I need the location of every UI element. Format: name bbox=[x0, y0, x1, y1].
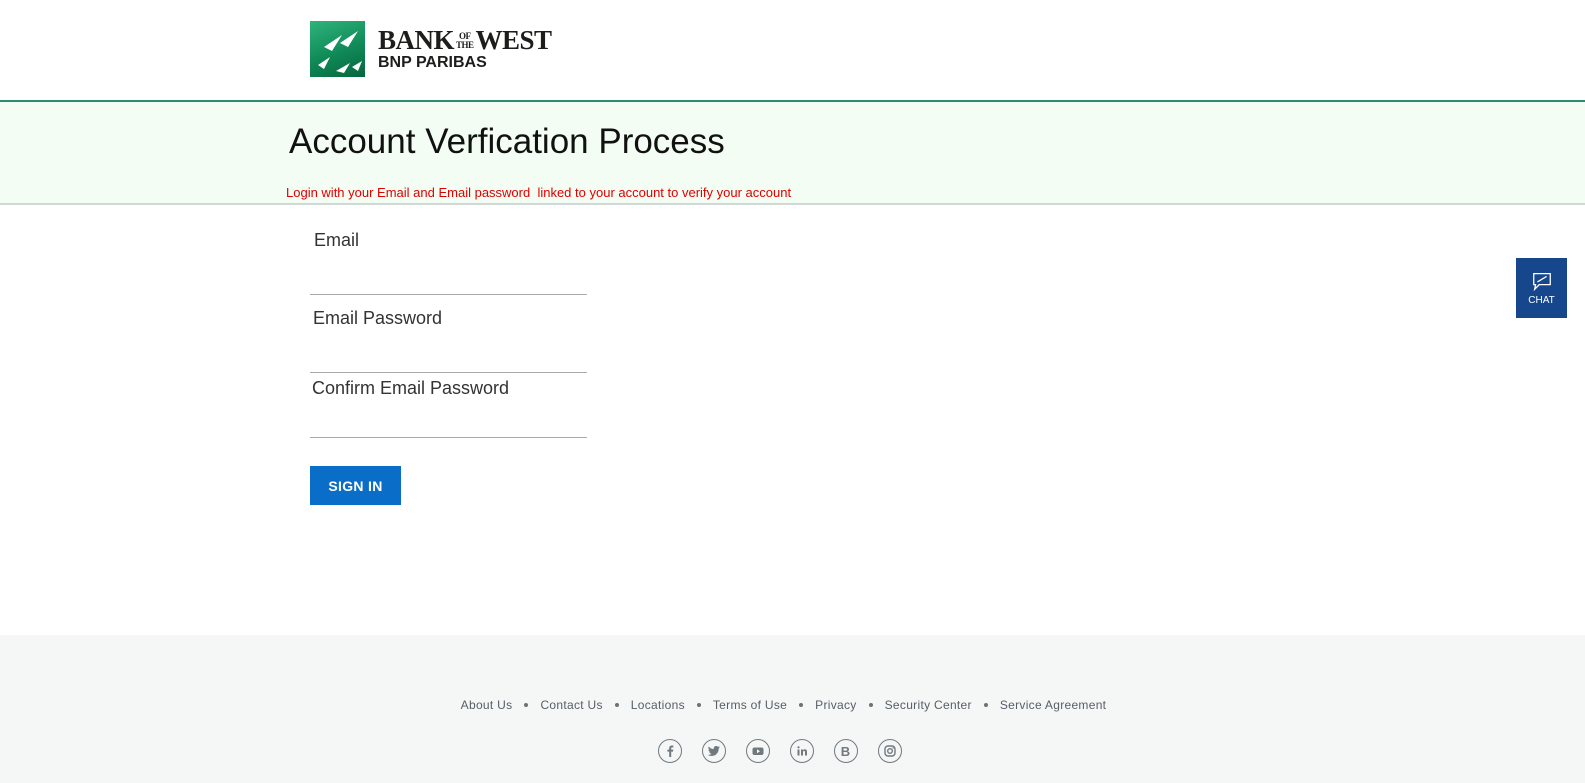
footer-link-contact-us[interactable]: Contact Us bbox=[540, 698, 602, 712]
confirm-password-label: Confirm Email Password bbox=[312, 378, 510, 398]
footer-separator bbox=[696, 703, 701, 707]
bank-logo[interactable]: BANK OF THE WEST BNP PARIBAS bbox=[310, 21, 560, 77]
chat-bubble-icon bbox=[1532, 273, 1551, 292]
logo-of-the-text: OF THE bbox=[456, 30, 474, 50]
chat-label: CHAT bbox=[1528, 295, 1555, 306]
sign-in-button[interactable]: SIGN IN bbox=[310, 466, 401, 505]
logo-west-text: WEST bbox=[475, 25, 553, 55]
email-label: Email bbox=[314, 230, 360, 250]
verification-notice: Login with your Email and Email password… bbox=[286, 185, 792, 200]
email-field-group: Email bbox=[310, 230, 588, 295]
confirm-field-group: Confirm Email Password bbox=[310, 378, 588, 438]
email-input[interactable] bbox=[310, 267, 587, 295]
site-header: BANK OF THE WEST BNP PARIBAS bbox=[0, 0, 1585, 102]
footer-link-service-agreement[interactable]: Service Agreement bbox=[1000, 698, 1107, 712]
instagram-icon[interactable] bbox=[877, 739, 902, 763]
footer-separator bbox=[524, 703, 529, 707]
footer-links: About Us Contact Us Locations Terms of U… bbox=[0, 698, 1585, 712]
social-links: B bbox=[0, 739, 1585, 763]
footer-separator bbox=[799, 703, 804, 707]
site-footer: About Us Contact Us Locations Terms of U… bbox=[0, 635, 1585, 783]
footer-link-about-us[interactable]: About Us bbox=[461, 698, 513, 712]
footer-link-security-center[interactable]: Security Center bbox=[885, 698, 972, 712]
logo-wordmark: BANK OF THE WEST BNP PARIBAS bbox=[378, 27, 552, 71]
footer-separator bbox=[983, 703, 988, 707]
title-banner: Account Verfication Process Login with y… bbox=[0, 102, 1585, 205]
blog-icon[interactable]: B bbox=[833, 739, 858, 763]
confirm-password-input[interactable] bbox=[310, 410, 587, 438]
logo-bank-text: BANK bbox=[378, 25, 455, 55]
password-field-group: Email Password bbox=[310, 308, 588, 373]
youtube-icon[interactable] bbox=[745, 739, 770, 763]
footer-link-locations[interactable]: Locations bbox=[631, 698, 685, 712]
footer-separator bbox=[868, 703, 873, 707]
linkedin-icon[interactable] bbox=[789, 739, 814, 763]
page-title: Account Verfication Process bbox=[289, 122, 725, 161]
twitter-icon[interactable] bbox=[701, 739, 726, 763]
email-password-input[interactable] bbox=[310, 345, 587, 373]
email-password-label: Email Password bbox=[313, 308, 443, 328]
footer-separator bbox=[614, 703, 619, 707]
logo-bnp-text: BNP PARIBAS bbox=[378, 54, 487, 71]
footer-link-privacy[interactable]: Privacy bbox=[815, 698, 856, 712]
blog-icon-letter: B bbox=[840, 743, 851, 759]
logo-stars-icon bbox=[310, 21, 365, 77]
chat-button[interactable]: CHAT bbox=[1516, 258, 1567, 318]
footer-link-terms-of-use[interactable]: Terms of Use bbox=[713, 698, 787, 712]
facebook-icon[interactable] bbox=[657, 739, 682, 763]
